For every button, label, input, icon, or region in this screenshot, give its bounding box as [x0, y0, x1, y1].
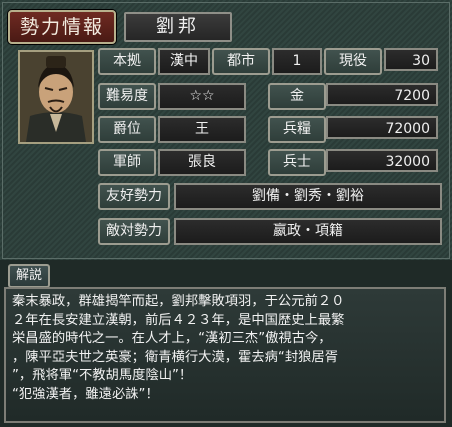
gold-label: 金 [268, 83, 326, 110]
difficulty-value: ☆☆ [158, 83, 246, 110]
description-tab[interactable]: 解説 [8, 264, 50, 288]
base-value: 漢中 [158, 48, 210, 75]
description-line: 秦末暴政，群雄揭竿而起，劉邦擊敗項羽，于公元前２０ [12, 294, 345, 309]
friendly-factions-label: 友好勢力 [98, 183, 170, 210]
officers-label: 現役 [324, 48, 382, 75]
hostile-factions-value: 嬴政・項籍 [174, 218, 442, 245]
description-line: ”，飛将軍“不教胡馬度陰山”！ [12, 368, 193, 384]
description-line: 栄昌盛的時代之一。在人才上，“漢初三杰”傲視古今， [12, 331, 332, 347]
strategist-label: 軍師 [98, 149, 156, 176]
portrait-image [20, 52, 92, 142]
description-line: ，陳平亞夫世之英豪；衛青横行大漠，霍去病“封狼居胥 [12, 349, 339, 365]
rank-label: 爵位 [98, 116, 156, 143]
gold-value: 7200 [326, 83, 438, 106]
hostile-factions-label: 敵対勢力 [98, 218, 170, 245]
ruler-portrait [18, 50, 94, 144]
cities-value: 1 [272, 48, 322, 75]
base-label: 本拠 [98, 48, 156, 75]
rank-value: 王 [158, 116, 246, 143]
cities-label: 都市 [212, 48, 270, 75]
officers-value: 30 [384, 48, 438, 71]
strategist-value: 張良 [158, 149, 246, 176]
difficulty-label: 難易度 [98, 83, 156, 110]
description-box: 秦末暴政，群雄揭竿而起，劉邦擊敗項羽，于公元前２０ ２年在長安建立漢朝，前后４２… [4, 287, 446, 423]
description-line: ２年在長安建立漢朝，前后４２３年，是中国歴史上最繁 [12, 312, 345, 328]
troops-label: 兵士 [268, 149, 326, 176]
food-value: 72000 [326, 116, 438, 139]
page-title: 勢力情報 [8, 10, 116, 44]
food-label: 兵糧 [268, 116, 326, 143]
ruler-name: 劉邦 [124, 12, 232, 42]
description-line: “犯強漢者，雖遠必誅”！ [12, 386, 159, 402]
troops-value: 32000 [326, 149, 438, 172]
friendly-factions-value: 劉備・劉秀・劉裕 [174, 183, 442, 210]
